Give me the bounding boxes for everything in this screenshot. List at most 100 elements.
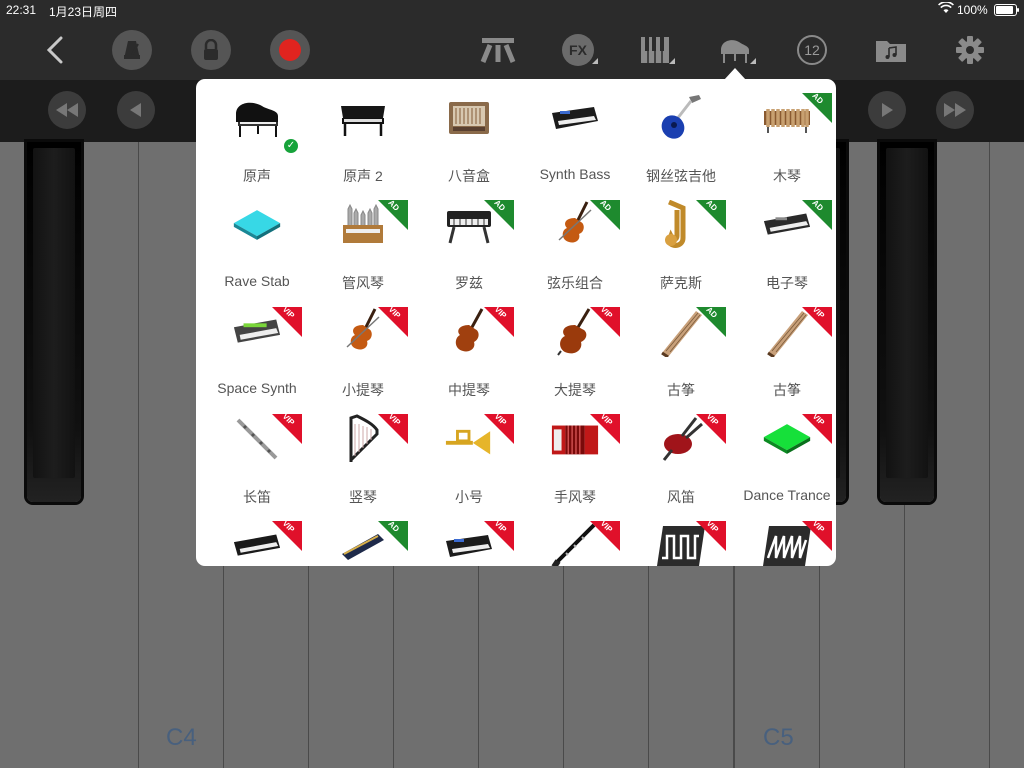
ad-badge: AD <box>802 198 832 230</box>
gear-icon <box>956 36 984 64</box>
instrument-item[interactable]: AD 管风琴 <box>310 190 416 297</box>
grand-piano-2-icon <box>338 93 388 143</box>
instrument-item[interactable]: VIP 大提琴 <box>522 297 628 404</box>
ad-badge: AD <box>696 198 726 230</box>
instrument-item[interactable]: VIP Space Synth <box>204 297 310 404</box>
badge-label: AD <box>598 198 614 213</box>
badge-label: AD <box>810 91 826 106</box>
black-key[interactable] <box>27 142 81 502</box>
ad-badge: AD <box>484 198 514 230</box>
instrument-item[interactable]: VIP 长笛 <box>204 404 310 511</box>
vip-badge: VIP <box>484 519 514 551</box>
instrument-name: Space Synth <box>217 380 297 396</box>
ad-badge: AD <box>378 519 408 551</box>
keyboard-layout-button[interactable] <box>637 20 675 80</box>
status-date: 1月23日周四 <box>49 5 118 19</box>
instrument-item[interactable]: VIP 小号 <box>416 404 522 511</box>
instrument-item[interactable]: VIP 小提琴 <box>310 297 416 404</box>
vip-badge: VIP <box>590 412 620 444</box>
instrument-name: 木琴 <box>773 168 801 184</box>
metronome-button[interactable] <box>112 20 152 80</box>
vip-badge: VIP <box>590 305 620 337</box>
rewind-button[interactable] <box>48 91 86 129</box>
badge-label: VIP <box>386 304 403 321</box>
instrument-name: 古筝 <box>667 382 695 398</box>
fx-icon: FX <box>562 34 594 66</box>
instrument-item[interactable]: VIP 手风琴 <box>522 404 628 511</box>
badge-label: VIP <box>280 518 297 535</box>
instrument-name: 大提琴 <box>554 382 596 398</box>
instrument-item[interactable]: Synth Bass <box>522 83 628 190</box>
instrument-item[interactable]: 八音盒 <box>416 83 522 190</box>
badge-label: VIP <box>704 411 721 428</box>
settings-button[interactable] <box>953 20 987 80</box>
lock-button[interactable] <box>191 20 231 80</box>
instrument-item[interactable]: 钢丝弦吉他 <box>628 83 734 190</box>
instrument-item[interactable]: VIP 风笛 <box>628 404 734 511</box>
instrument-name: 长笛 <box>243 489 271 505</box>
instrument-item[interactable]: AD 电子琴 <box>734 190 836 297</box>
white-key[interactable] <box>990 142 1024 768</box>
vip-badge: VIP <box>378 412 408 444</box>
black-key[interactable] <box>880 142 934 502</box>
fx-button[interactable]: FX <box>558 20 598 80</box>
instrument-item[interactable]: VIP <box>522 511 628 566</box>
number-12-icon: 12 <box>797 35 827 65</box>
battery-percent: 100% <box>957 3 988 17</box>
instrument-item[interactable]: 原声 2 <box>310 83 416 190</box>
vip-badge: VIP <box>696 411 726 444</box>
acoustic-guitar-icon <box>656 93 706 143</box>
status-time: 22:31 <box>6 3 37 17</box>
number-label: 12 <box>804 42 820 58</box>
instrument-item[interactable]: VIP Dance Trance <box>734 404 836 511</box>
record-icon <box>270 30 310 70</box>
instrument-name: 管风琴 <box>342 275 384 291</box>
vip-badge: VIP <box>272 518 302 551</box>
instrument-item[interactable]: VIP 竖琴 <box>310 404 416 511</box>
instrument-item[interactable]: Rave Stab <box>204 190 310 297</box>
vip-badge: VIP <box>484 305 514 337</box>
badge-label: AD <box>704 198 720 213</box>
back-icon <box>46 36 63 64</box>
record-button[interactable] <box>270 20 310 80</box>
badge-label: AD <box>386 519 402 534</box>
grand-piano-icon <box>721 40 749 63</box>
instrument-item[interactable]: VIP 中提琴 <box>416 297 522 404</box>
fast-forward-button[interactable] <box>936 91 974 129</box>
instrument-item[interactable]: VIP <box>628 511 734 566</box>
chord-button[interactable] <box>478 20 518 80</box>
grand-piano-icon <box>232 93 282 143</box>
instrument-item[interactable]: VIP 古筝 <box>734 297 836 404</box>
song-folder-button[interactable] <box>874 20 908 80</box>
badge-label: VIP <box>280 304 297 321</box>
top-toolbar: FX 12 <box>0 20 1024 80</box>
instrument-item[interactable]: VIP <box>734 511 836 566</box>
badge-label: VIP <box>810 518 827 535</box>
instrument-name: 原声 2 <box>343 168 383 184</box>
instrument-item[interactable]: AD 木琴 <box>734 83 836 190</box>
c5-label: C5 <box>763 724 794 751</box>
next-button[interactable] <box>868 91 906 129</box>
instrument-item[interactable]: AD 萨克斯 <box>628 190 734 297</box>
badge-label: VIP <box>704 518 721 535</box>
instrument-item[interactable]: VIP <box>204 511 310 566</box>
instrument-item[interactable]: AD 罗兹 <box>416 190 522 297</box>
lock-icon <box>191 30 231 70</box>
instrument-item[interactable]: AD 古筝 <box>628 297 734 404</box>
vip-badge: VIP <box>272 412 302 444</box>
vip-badge: VIP <box>802 412 832 444</box>
instrument-name: 钢丝弦吉他 <box>646 168 716 184</box>
instrument-name: Rave Stab <box>224 273 290 289</box>
instrument-item[interactable]: AD <box>310 511 416 566</box>
instrument-item[interactable]: ✓ 原声 <box>204 83 310 190</box>
synth-keyboard-icon <box>550 93 600 143</box>
back-button[interactable] <box>38 20 72 80</box>
instrument-name: 竖琴 <box>349 489 377 505</box>
instrument-item[interactable]: VIP <box>416 511 522 566</box>
instrument-item[interactable]: AD 弦乐组合 <box>522 190 628 297</box>
badge-label: VIP <box>810 304 827 321</box>
instrument-name: 风笛 <box>667 489 695 505</box>
vip-badge: VIP <box>802 304 832 337</box>
transpose-button[interactable]: 12 <box>796 20 828 80</box>
prev-button[interactable] <box>117 91 155 129</box>
